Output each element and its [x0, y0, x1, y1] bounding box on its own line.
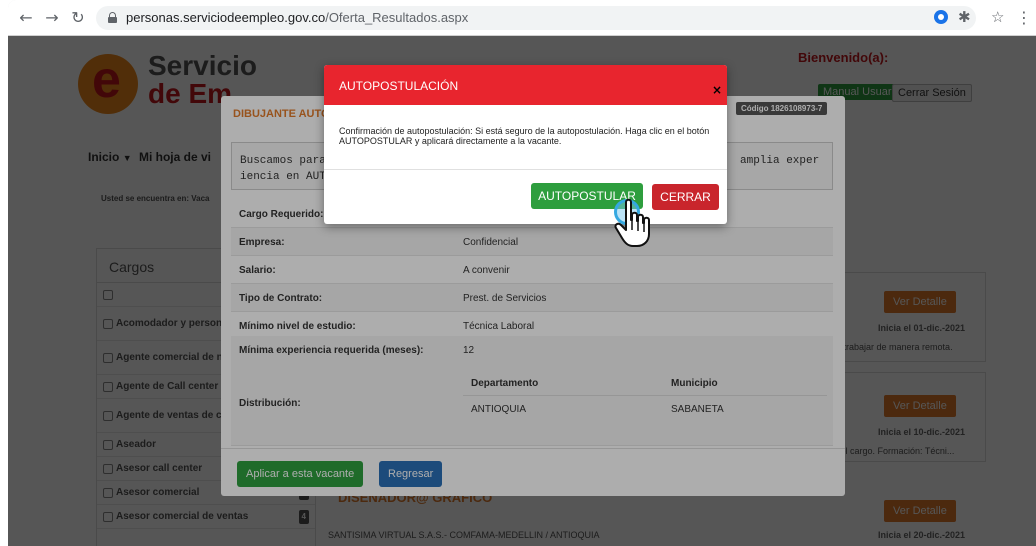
- url-domain: personas.serviciodeempleo.gov.co: [126, 10, 326, 25]
- hand-pointer-icon: [614, 198, 650, 247]
- back-arrow-icon[interactable]: ←: [16, 8, 36, 28]
- extension-icon[interactable]: [934, 10, 948, 24]
- dialog-title: AUTOPOSTULACIÓN: [339, 79, 459, 93]
- browser-toolbar: ← → ↻ personas.serviciodeempleo.gov.co/O…: [8, 0, 1036, 36]
- close-icon[interactable]: ×: [712, 83, 722, 97]
- dialog-message: Confirmación de autopostulación: Si está…: [339, 126, 710, 146]
- dialog-divider: [324, 169, 727, 170]
- browser-window: ← → ↻ personas.serviciodeempleo.gov.co/O…: [8, 0, 1036, 546]
- url-path: /Oferta_Resultados.aspx: [325, 10, 469, 25]
- url-text: personas.serviciodeempleo.gov.co/Oferta_…: [126, 10, 468, 25]
- reload-icon[interactable]: ↻: [68, 8, 88, 28]
- bookmark-star-icon[interactable]: ☆: [991, 8, 1004, 26]
- dialog-header: AUTOPOSTULACIÓN ×: [324, 65, 727, 105]
- puzzle-extensions-icon[interactable]: ✱: [958, 8, 971, 26]
- lock-icon: [108, 12, 117, 23]
- forward-arrow-icon[interactable]: →: [42, 8, 62, 28]
- address-bar[interactable]: personas.serviciodeempleo.gov.co/Oferta_…: [96, 6, 1004, 30]
- browser-menu-icon[interactable]: ⋮: [1016, 8, 1032, 27]
